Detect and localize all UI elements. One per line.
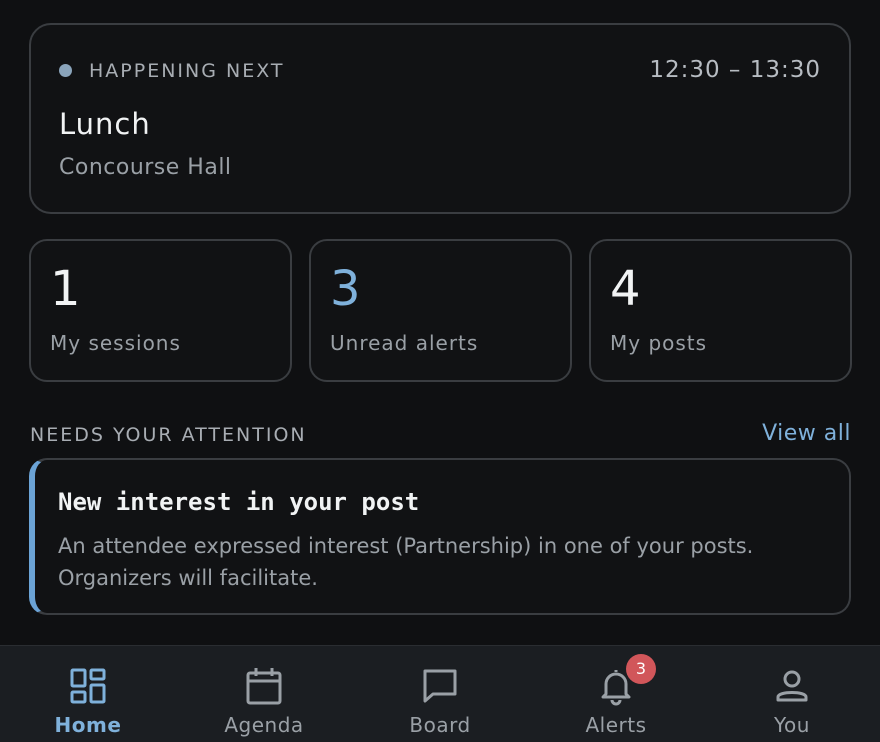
- session-location: Concourse Hall: [59, 155, 232, 180]
- attention-card-body: An attendee expressed interest (Partners…: [58, 534, 754, 590]
- calendar-icon: [244, 666, 284, 706]
- stat-label: Unread alerts: [330, 331, 479, 355]
- stat-value: 3: [330, 261, 361, 317]
- chat-bubble-icon: [420, 666, 460, 706]
- nav-label: Home: [54, 713, 122, 737]
- bottom-nav: Home Agenda Board 3 Alerts You: [0, 645, 880, 742]
- alerts-badge: 3: [626, 654, 656, 684]
- nav-item-you[interactable]: You: [704, 646, 880, 742]
- happening-next-card[interactable]: HAPPENING NEXT 12:30 – 13:30 Lunch Conco…: [29, 23, 851, 214]
- status-dot-icon: [59, 64, 72, 77]
- stat-value: 1: [50, 261, 81, 317]
- stat-my-posts[interactable]: 4 My posts: [589, 239, 852, 382]
- nav-label: Alerts: [585, 713, 647, 737]
- stat-my-sessions[interactable]: 1 My sessions: [29, 239, 292, 382]
- nav-item-agenda[interactable]: Agenda: [176, 646, 352, 742]
- nav-label: You: [774, 713, 810, 737]
- attention-card-title: New interest in your post: [58, 488, 420, 516]
- stat-value: 4: [610, 261, 641, 317]
- dashboard-icon: [68, 666, 108, 706]
- nav-item-home[interactable]: Home: [0, 646, 176, 742]
- home-screen: HAPPENING NEXT 12:30 – 13:30 Lunch Conco…: [0, 0, 880, 742]
- person-icon: [772, 666, 812, 706]
- stat-unread-alerts[interactable]: 3 Unread alerts: [309, 239, 572, 382]
- stat-label: My sessions: [50, 331, 181, 355]
- happening-next-header: HAPPENING NEXT 12:30 – 13:30: [59, 57, 821, 83]
- nav-label: Agenda: [224, 713, 304, 737]
- attention-section-title: NEEDS YOUR ATTENTION: [30, 424, 307, 446]
- nav-label: Board: [409, 713, 471, 737]
- nav-item-alerts[interactable]: 3 Alerts: [528, 646, 704, 742]
- stat-label: My posts: [610, 331, 708, 355]
- session-time: 12:30 – 13:30: [649, 57, 821, 83]
- view-all-link[interactable]: View all: [762, 421, 851, 446]
- attention-card[interactable]: New interest in your post An attendee ex…: [29, 458, 851, 615]
- session-title: Lunch: [59, 107, 151, 141]
- nav-item-board[interactable]: Board: [352, 646, 528, 742]
- happening-next-kicker: HAPPENING NEXT: [89, 60, 285, 82]
